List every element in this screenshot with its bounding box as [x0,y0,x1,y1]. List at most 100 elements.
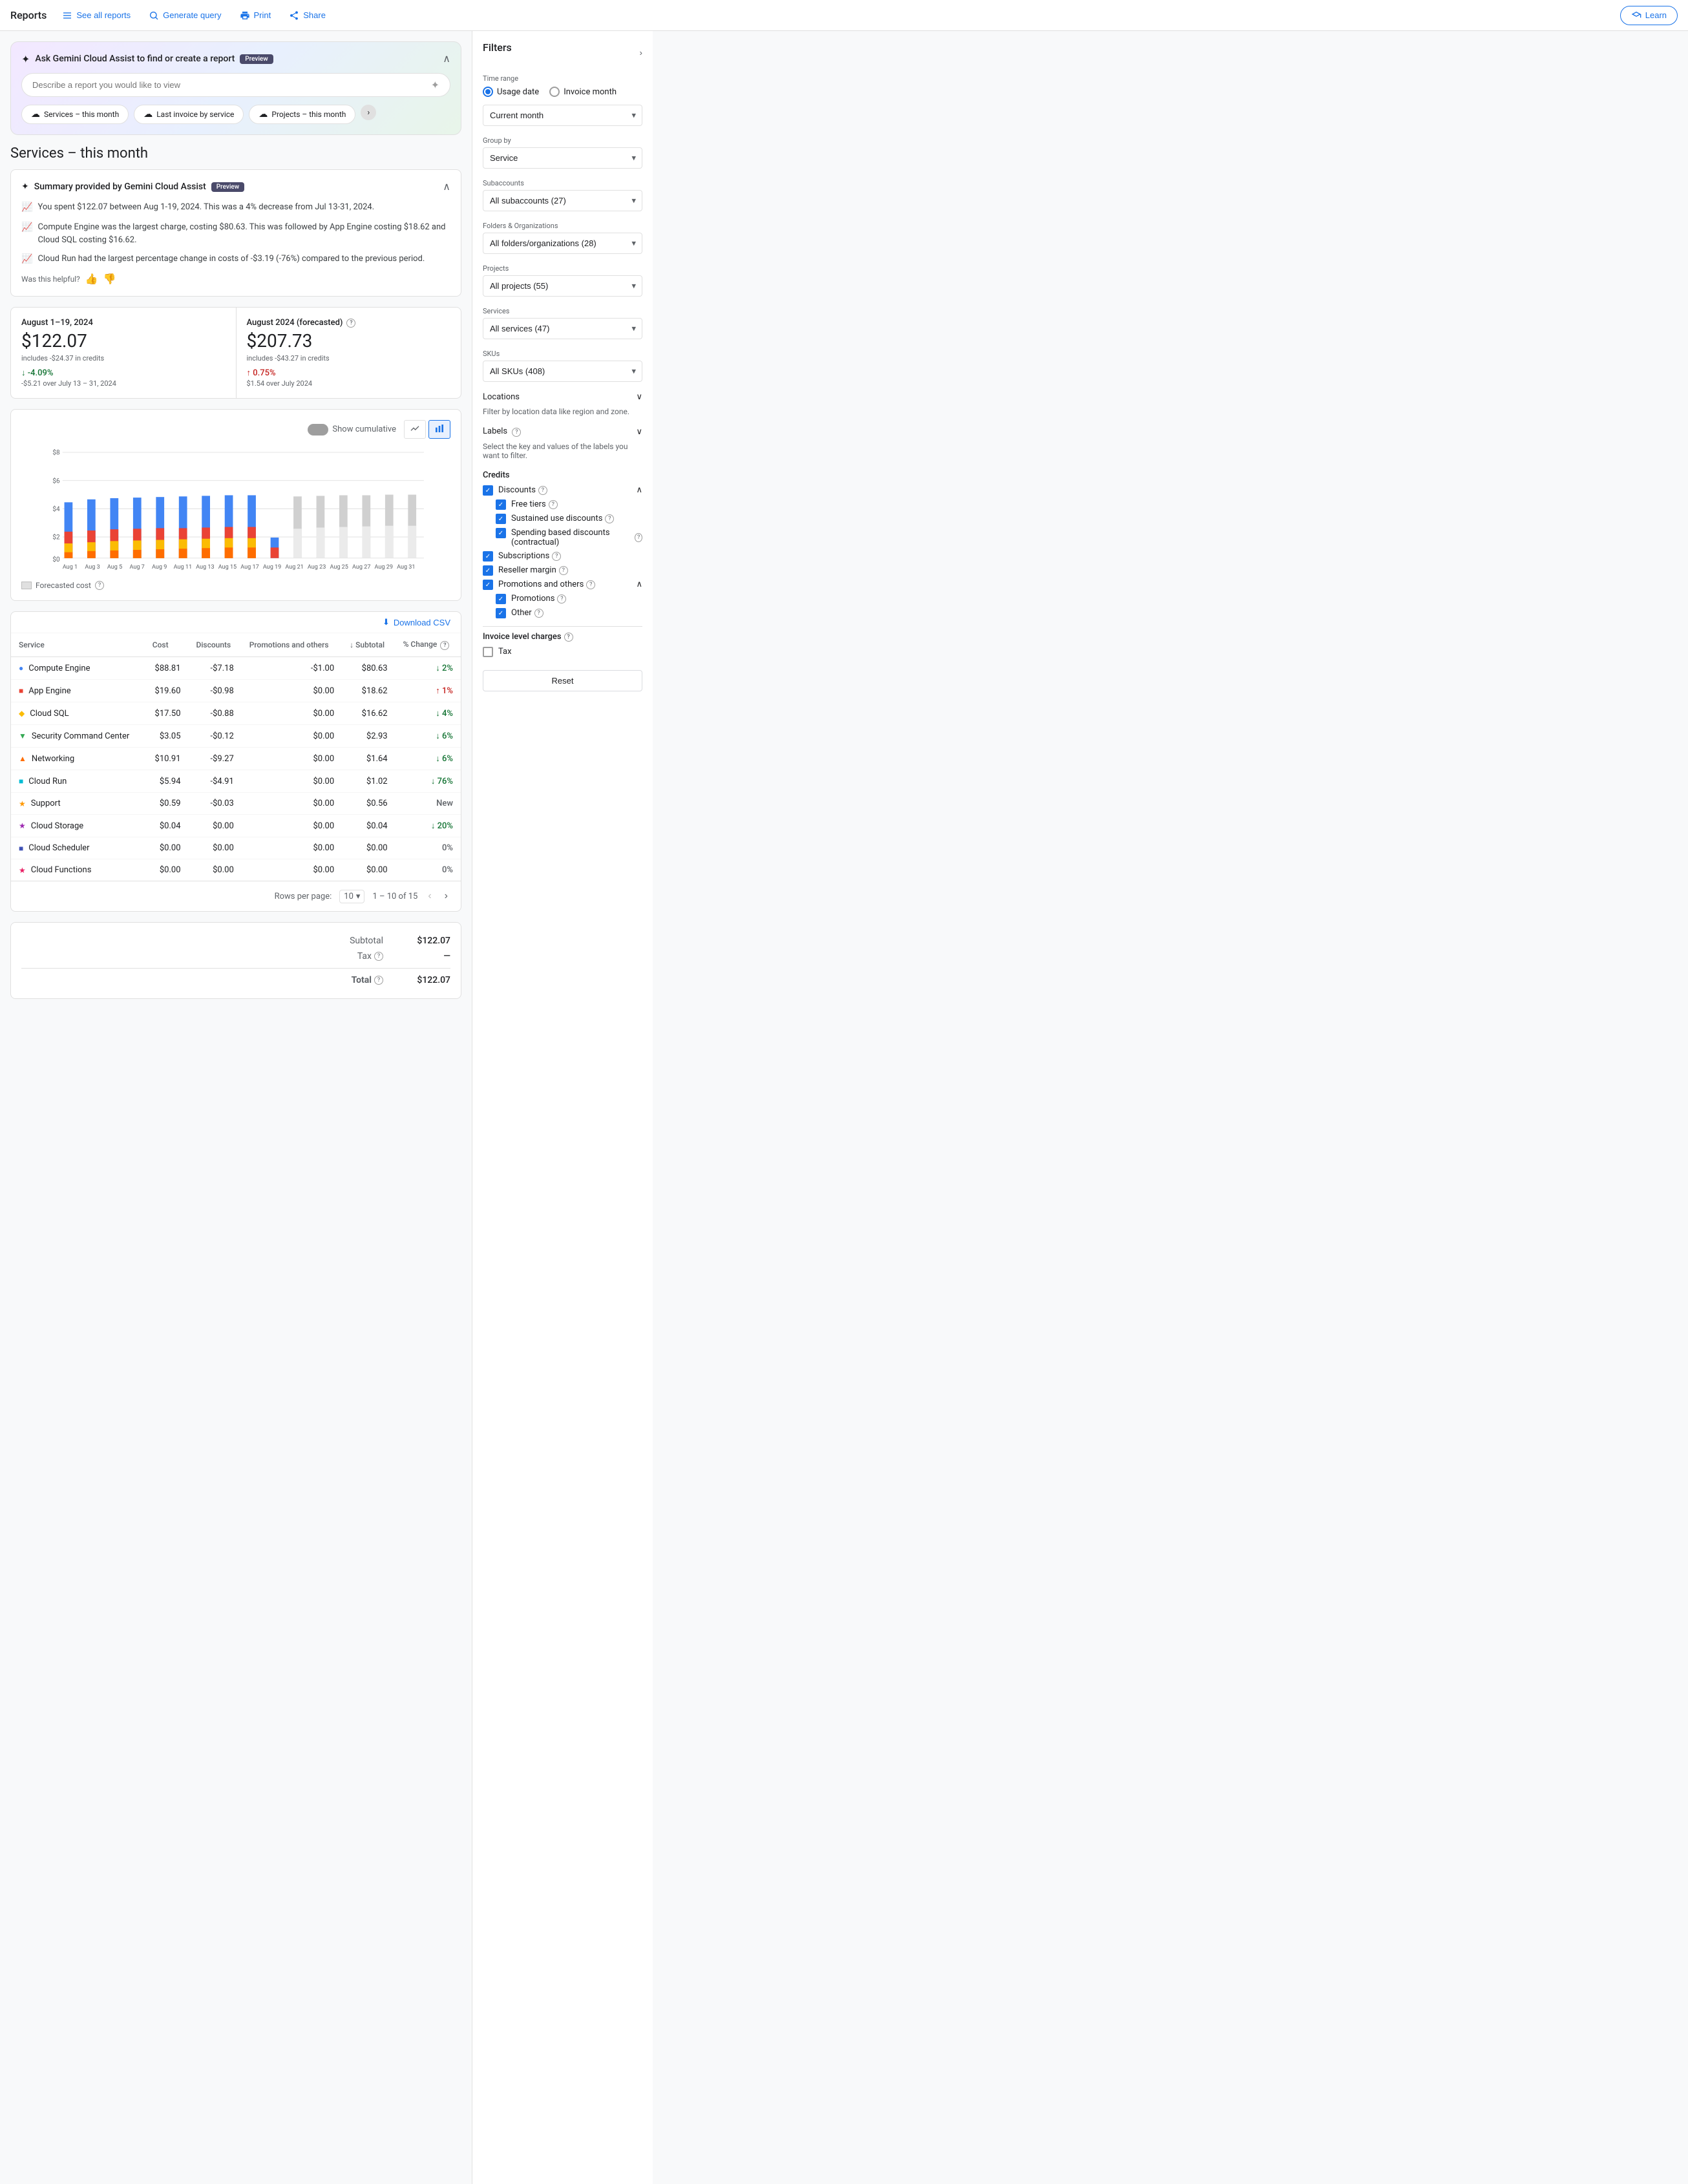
bar-aug11[interactable] [179,496,187,558]
service-icon-8: ■ [19,844,23,853]
help-icon-change[interactable]: ? [440,641,449,650]
subtotal-row: Subtotal $122.07 [21,933,450,949]
next-page-button[interactable]: › [442,888,450,905]
subtotal-cell-0: $80.63 [342,657,395,680]
bar-aug5[interactable] [110,498,118,558]
labels-header[interactable]: Labels ? ∨ [483,426,642,437]
gemini-bar-collapse-button[interactable]: ∧ [443,52,450,65]
line-chart-button[interactable] [404,420,426,439]
cumulative-toggle-switch[interactable] [308,424,328,436]
tax-row: Tax ? — [21,949,450,964]
current-change-note: -$5.21 over July 13 – 31, 2024 [21,379,226,388]
sustained-use-checkbox[interactable] [496,514,506,524]
table-row: ★ Cloud Storage $0.04 $0.00 $0.00 $0.04 … [11,815,461,837]
help-icon-free-tiers[interactable]: ? [549,500,558,509]
reseller-checkbox[interactable] [483,565,493,576]
generate-query-button[interactable]: Generate query [141,6,229,25]
chart-svg: $8 $6 $4 $2 $0 [21,446,450,576]
help-icon-sustained[interactable]: ? [605,514,614,523]
bar-aug13[interactable] [202,496,210,558]
help-icon-other[interactable]: ? [534,609,543,618]
help-icon-spending[interactable]: ? [635,533,642,542]
projects-select[interactable]: All projects (55) [483,275,642,297]
discounts-cell-1: -$0.98 [189,680,242,702]
help-icon-labels[interactable]: ? [512,428,521,437]
gemini-search-input[interactable] [32,80,431,90]
summary-collapse-button[interactable]: ∧ [443,180,450,193]
subtotal-cell-5: $1.02 [342,770,395,793]
other-checkbox[interactable] [496,608,506,618]
bar-aug19[interactable] [271,538,279,558]
subaccounts-select[interactable]: All subaccounts (27) [483,190,642,211]
spending-based-checkbox[interactable] [496,528,506,538]
bar-aug31-forecast[interactable] [408,495,416,558]
invoice-month-radio[interactable]: Invoice month [549,87,617,97]
services-select[interactable]: All services (47) [483,318,642,339]
prev-page-button[interactable]: ‹ [425,888,434,905]
help-icon-invoice-charges[interactable]: ? [564,633,573,642]
chip-services-month[interactable]: ☁ Services – this month [21,105,129,124]
share-button[interactable]: Share [281,6,333,25]
free-tiers-checkbox[interactable] [496,499,506,510]
sustained-use-label: Sustained use discounts ? [511,514,642,523]
bar-aug7[interactable] [133,498,142,558]
help-icon-reseller[interactable]: ? [559,566,568,575]
learn-button[interactable]: Learn [1620,6,1678,25]
bar-chart-button[interactable] [428,420,450,439]
skus-select[interactable]: All SKUs (408) [483,361,642,382]
bar-aug15[interactable] [225,495,233,558]
see-all-reports-button[interactable]: See all reports [54,6,138,25]
discounts-checkbox[interactable] [483,485,493,496]
current-amount: $122.07 [21,330,226,352]
usage-date-radio[interactable]: Usage date [483,87,539,97]
chip-projects-month[interactable]: ☁ Projects – this month [249,105,355,124]
projects-label: Projects [483,264,642,273]
subscriptions-checkbox[interactable] [483,551,493,562]
help-icon-forecast-legend[interactable]: ? [95,581,104,590]
download-csv-button[interactable]: ⬇ Download CSV [383,617,450,627]
help-icon-forecast[interactable]: ? [346,319,355,328]
services-section: Services All services (47) [483,307,642,339]
tax-checkbox[interactable] [483,647,493,657]
help-icon-total[interactable]: ? [374,976,383,985]
bar-aug21-forecast[interactable] [293,496,302,558]
y-label-4: $4 [52,505,60,513]
promotions-cell-1: $0.00 [242,680,342,702]
reset-button[interactable]: Reset [483,670,642,691]
folders-select[interactable]: All folders/organizations (28) [483,233,642,254]
sidebar-expand-button[interactable]: › [640,48,642,58]
promotions-sub-checkbox[interactable] [496,594,506,604]
help-icon-promo-sub[interactable]: ? [557,594,566,604]
discounts-collapse-icon[interactable]: ∧ [636,485,642,495]
discounts-cell-0: -$7.18 [189,657,242,680]
help-icon-promotions[interactable]: ? [586,580,595,589]
bar-aug3[interactable] [87,499,96,558]
group-by-select[interactable]: Service [483,147,642,169]
rows-per-page-select[interactable]: 10 ▾ [339,890,364,903]
chips-next-button[interactable]: › [361,105,376,120]
bar-aug9[interactable] [156,497,164,558]
col-header-discounts: Discounts [189,633,242,657]
col-header-service: Service [11,633,145,657]
help-icon-discounts[interactable]: ? [538,486,547,495]
current-month-select[interactable]: Current month [483,105,642,126]
help-icon-subscriptions[interactable]: ? [552,552,561,561]
bar-aug1[interactable] [65,502,73,558]
thumbs-down-button[interactable]: 👎 [103,273,116,286]
bar-aug25-forecast[interactable] [339,495,348,558]
help-icon-tax[interactable]: ? [374,952,383,961]
summary-trend-icon-1: 📈 [21,201,32,215]
main-content: ✦ Ask Gemini Cloud Assist to find or cre… [0,31,472,2184]
chip-last-invoice[interactable]: ☁ Last invoice by service [134,105,244,124]
change-cell-9: 0% [396,859,461,881]
locations-header[interactable]: Locations ∨ [483,392,642,402]
bar-aug17[interactable] [248,495,256,558]
service-cell-8: ■ Cloud Scheduler [11,837,145,859]
thumbs-up-button[interactable]: 👍 [85,273,98,286]
promotions-checkbox[interactable] [483,580,493,590]
bar-aug23-forecast[interactable] [317,496,325,558]
promotions-collapse-icon[interactable]: ∧ [636,580,642,589]
print-button[interactable]: Print [232,6,279,25]
bar-aug27-forecast[interactable] [362,495,370,558]
bar-aug29-forecast[interactable] [385,495,394,558]
